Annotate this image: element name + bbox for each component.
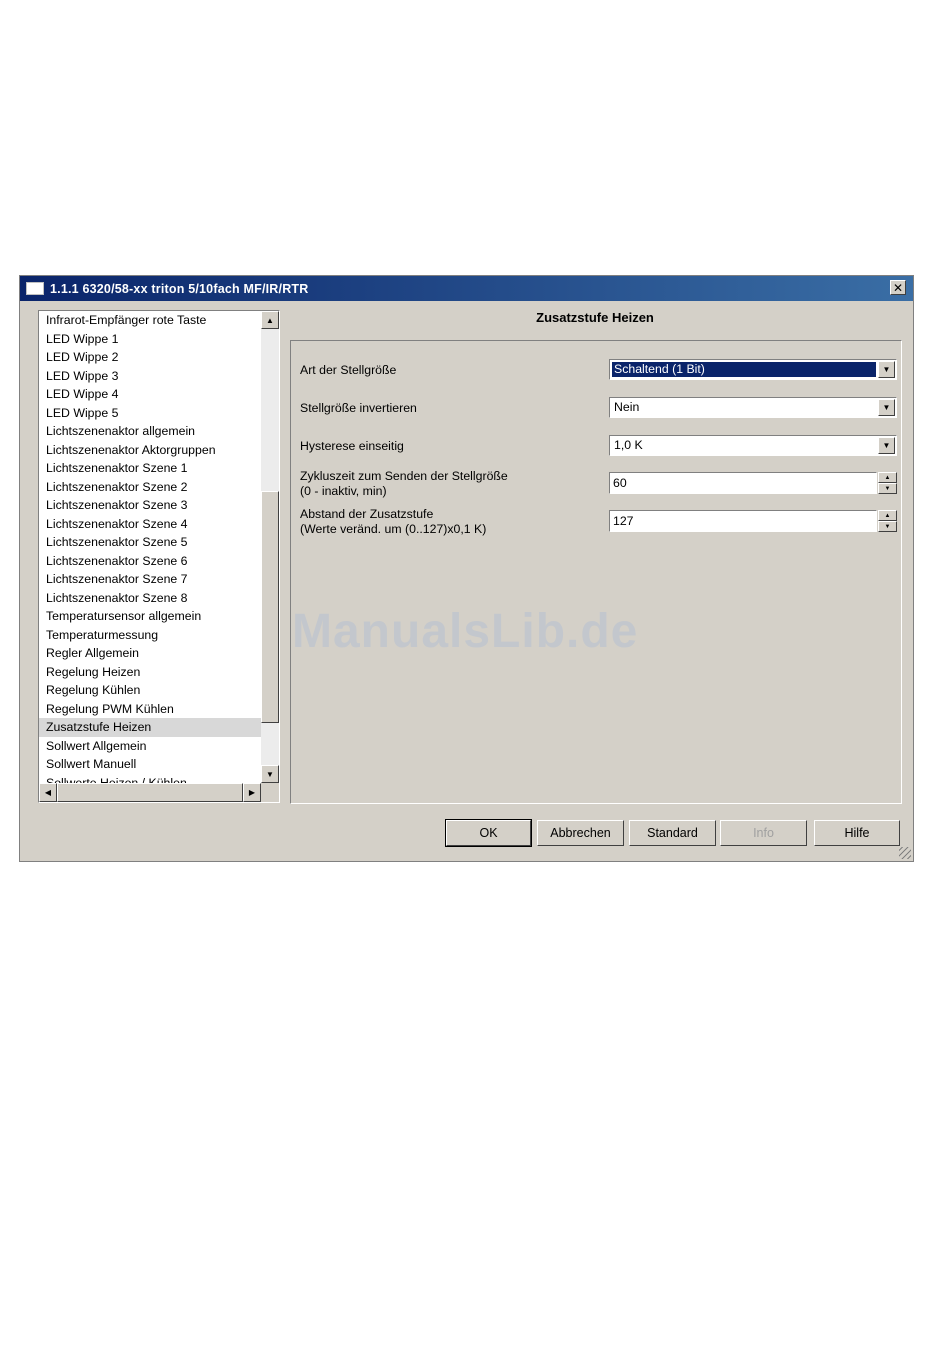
scroll-up-icon[interactable]: ▲ xyxy=(261,311,279,329)
zykluszeit-input[interactable]: 60 xyxy=(609,472,877,494)
abstand-input[interactable]: 127 xyxy=(609,510,877,532)
chevron-down-icon[interactable]: ▼ xyxy=(878,399,895,416)
hysterese-select[interactable]: 1,0 K ▼ xyxy=(609,435,897,456)
tree-item[interactable]: Lichtszenenaktor Aktorgruppen xyxy=(39,441,261,460)
ok-button[interactable]: OK xyxy=(445,819,532,847)
standard-button[interactable]: Standard xyxy=(629,820,716,846)
window-title: 1.1.1 6320/58-xx triton 5/10fach MF/IR/R… xyxy=(50,281,309,296)
tree-item[interactable]: Lichtszenenaktor Szene 8 xyxy=(39,589,261,608)
abstand-spinner[interactable]: ▲ ▼ xyxy=(878,510,897,532)
dialog-window: 1.1.1 6320/58-xx triton 5/10fach MF/IR/R… xyxy=(19,275,914,862)
stellgroesse-art-value: Schaltend (1 Bit) xyxy=(612,362,876,377)
spin-down-icon[interactable]: ▼ xyxy=(878,483,897,494)
tree-item[interactable]: LED Wippe 3 xyxy=(39,367,261,386)
tree-item[interactable]: Regelung Kühlen xyxy=(39,681,261,700)
tree-item[interactable]: LED Wippe 1 xyxy=(39,330,261,349)
label-zykluszeit-line1: Zykluszeit zum Senden der Stellgröße xyxy=(300,469,508,483)
chevron-down-icon[interactable]: ▼ xyxy=(878,361,895,378)
window-icon xyxy=(26,282,44,295)
tree-item[interactable]: Infrarot-Empfänger rote Taste xyxy=(39,311,261,330)
tree-item[interactable]: Temperatursensor allgemein xyxy=(39,607,261,626)
parameter-tree[interactable]: Infrarot-Empfänger rote Taste LED Wippe 1… xyxy=(38,310,280,803)
scroll-down-icon[interactable]: ▼ xyxy=(261,765,279,783)
label-stellgroesse-art: Art der Stellgröße xyxy=(300,363,397,377)
horizontal-scrollbar[interactable]: ◀ ▶ xyxy=(39,783,261,802)
tree-item[interactable]: LED Wippe 4 xyxy=(39,385,261,404)
close-button[interactable]: ✕ xyxy=(890,280,906,295)
resize-grip-icon[interactable] xyxy=(899,847,911,859)
tree-item[interactable]: Lichtszenenaktor Szene 5 xyxy=(39,533,261,552)
label-abstand-line2: (Werte veränd. um (0..127)x0,1 K) xyxy=(300,522,487,536)
scroll-left-icon[interactable]: ◀ xyxy=(39,783,57,802)
tree-item[interactable]: Sollwerte Heizen / Kühlen xyxy=(39,774,261,784)
hysterese-value: 1,0 K xyxy=(614,438,643,452)
label-stellgroesse-invertieren: Stellgröße invertieren xyxy=(300,401,417,415)
label-hysterese: Hysterese einseitig xyxy=(300,439,404,453)
scroll-corner xyxy=(261,783,279,802)
label-abstand-line1: Abstand der Zusatzstufe xyxy=(300,507,434,521)
label-zykluszeit-line2: (0 - inaktiv, min) xyxy=(300,484,387,498)
zykluszeit-spinner[interactable]: ▲ ▼ xyxy=(878,472,897,494)
cancel-button[interactable]: Abbrechen xyxy=(537,820,624,846)
stellgroesse-art-select[interactable]: Schaltend (1 Bit) ▼ xyxy=(609,359,897,380)
help-button[interactable]: Hilfe xyxy=(814,820,900,846)
parameter-panel: Art der Stellgröße Schaltend (1 Bit) ▼ S… xyxy=(290,340,902,804)
panel-title: Zusatzstufe Heizen xyxy=(536,310,654,325)
tree-item[interactable]: Temperaturmessung xyxy=(39,626,261,645)
tree-item[interactable]: Lichtszenenaktor Szene 4 xyxy=(39,515,261,534)
vertical-scroll-thumb[interactable] xyxy=(261,491,279,723)
stellgroesse-invertieren-value: Nein xyxy=(614,400,640,414)
tree-item[interactable]: Lichtszenenaktor Szene 6 xyxy=(39,552,261,571)
tree-item[interactable]: Regelung PWM Kühlen xyxy=(39,700,261,719)
vertical-scrollbar[interactable]: ▲ ▼ xyxy=(261,311,279,783)
tree-item[interactable]: LED Wippe 2 xyxy=(39,348,261,367)
tree-item[interactable]: Sollwert Manuell xyxy=(39,755,261,774)
label-abstand: Abstand der Zusatzstufe (Werte veränd. u… xyxy=(300,507,486,537)
spin-down-icon[interactable]: ▼ xyxy=(878,521,897,532)
tree-item[interactable]: Lichtszenenaktor Szene 7 xyxy=(39,570,261,589)
spin-up-icon[interactable]: ▲ xyxy=(878,510,897,521)
horizontal-scroll-thumb[interactable] xyxy=(57,783,243,802)
tree-item[interactable]: Regler Allgemein xyxy=(39,644,261,663)
tree-item[interactable]: Zusatzstufe Heizen xyxy=(39,718,261,737)
tree-item[interactable]: Sollwert Allgemein xyxy=(39,737,261,756)
title-bar[interactable]: 1.1.1 6320/58-xx triton 5/10fach MF/IR/R… xyxy=(20,276,913,301)
spin-up-icon[interactable]: ▲ xyxy=(878,472,897,483)
tree-item[interactable]: Regelung Heizen xyxy=(39,663,261,682)
tree-list: Infrarot-Empfänger rote Taste LED Wippe 1… xyxy=(39,311,261,783)
label-zykluszeit: Zykluszeit zum Senden der Stellgröße (0 … xyxy=(300,469,508,499)
tree-item[interactable]: Lichtszenenaktor Szene 1 xyxy=(39,459,261,478)
tree-item[interactable]: Lichtszenenaktor Szene 3 xyxy=(39,496,261,515)
info-button[interactable]: Info xyxy=(720,820,807,846)
chevron-down-icon[interactable]: ▼ xyxy=(878,437,895,454)
tree-item[interactable]: Lichtszenenaktor allgemein xyxy=(39,422,261,441)
tree-item[interactable]: LED Wippe 5 xyxy=(39,404,261,423)
watermark: ManualsLib.de xyxy=(292,605,639,658)
scroll-right-icon[interactable]: ▶ xyxy=(243,783,261,802)
stellgroesse-invertieren-select[interactable]: Nein ▼ xyxy=(609,397,897,418)
tree-item[interactable]: Lichtszenenaktor Szene 2 xyxy=(39,478,261,497)
